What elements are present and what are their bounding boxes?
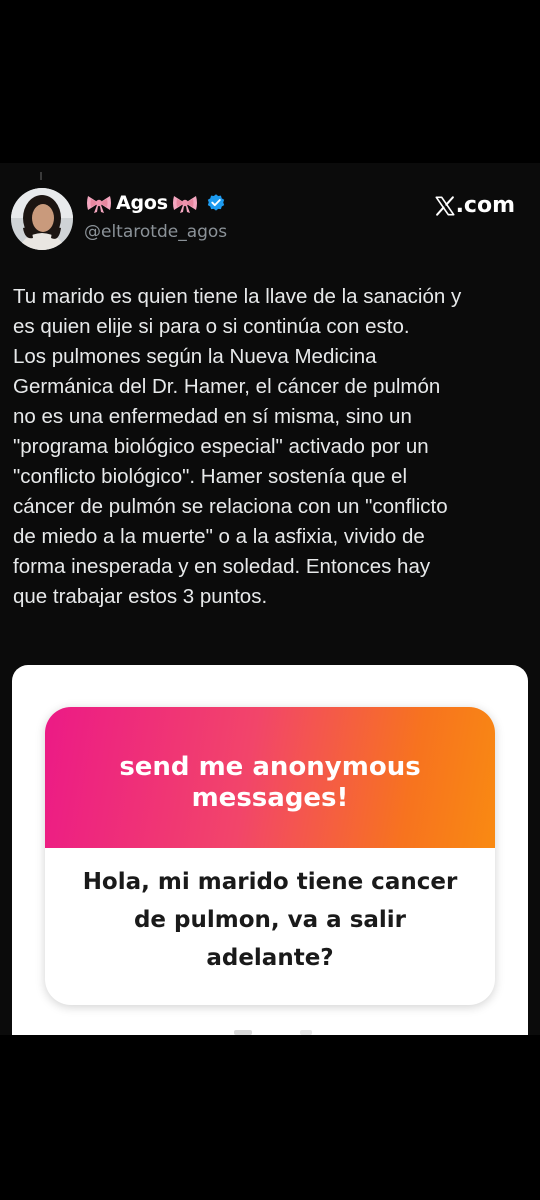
question-sticker: send me anonymous messages! Hola, mi mar…: [45, 707, 495, 1005]
top-black-area: [0, 0, 540, 163]
question-sticker-title: send me anonymous messages!: [119, 751, 421, 813]
author-name[interactable]: Agos: [116, 192, 168, 214]
avatar[interactable]: [11, 188, 73, 250]
question-sticker-body: Hola, mi marido tiene cancer de pulmon, …: [45, 848, 495, 1005]
site-label: .com: [455, 193, 515, 218]
question-text: Hola, mi marido tiene cancer de pulmon, …: [82, 868, 458, 971]
author-handle[interactable]: @eltarotde_agos: [84, 222, 227, 242]
post-text: Tu marido es quien tiene la llave de la …: [13, 285, 462, 608]
bottom-black-area: [0, 1035, 540, 1200]
ribbon-bow-emoji: [87, 196, 111, 213]
author-line: Agos: [86, 192, 226, 214]
pagination-dots: [234, 1030, 312, 1035]
embedded-image-card[interactable]: send me anonymous messages! Hola, mi mar…: [12, 665, 528, 1035]
x-com-watermark: .com: [434, 193, 515, 218]
question-sticker-header: send me anonymous messages!: [45, 707, 495, 848]
verified-badge-icon: [207, 194, 225, 211]
x-logo-icon: [435, 195, 455, 216]
ribbon-bow-emoji: [172, 196, 197, 213]
thread-line-stub: [40, 172, 42, 180]
